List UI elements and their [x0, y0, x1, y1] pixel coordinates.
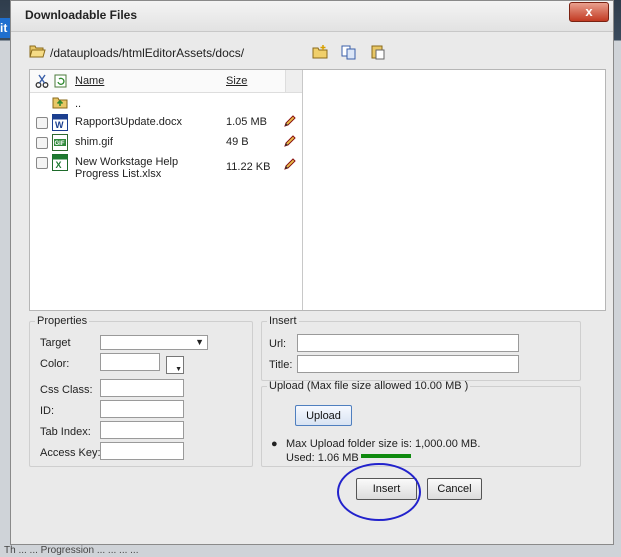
chevron-down-icon: ▼ — [195, 337, 204, 347]
dialog-titlebar: Downloadable Files x — [11, 1, 613, 32]
parent-folder-label: .. — [75, 98, 82, 110]
new-folder-icon[interactable] — [312, 44, 328, 60]
color-picker-button[interactable]: ▼ — [166, 356, 184, 374]
file-list-header: Name Size — [30, 70, 302, 93]
file-browser: Name Size .. W Rapport3Update.docx 1.05 … — [29, 69, 606, 311]
title-label: Title: — [269, 359, 293, 371]
tab-index-label: Tab Index: — [40, 426, 91, 438]
file-checkbox[interactable] — [36, 157, 48, 169]
background-app-fragment: it — [0, 18, 10, 38]
tab-index-input[interactable] — [100, 421, 184, 439]
title-input[interactable] — [297, 355, 519, 373]
preview-pane — [303, 70, 605, 310]
css-class-input[interactable] — [100, 379, 184, 397]
file-name[interactable]: Rapport3Update.docx — [75, 116, 225, 128]
name-column-header[interactable]: Name — [75, 75, 104, 87]
file-name[interactable]: New Workstage Help Progress List.xlsx — [75, 156, 225, 180]
background-status-text: Th ... ... Progression ... ... ... ... — [4, 545, 139, 556]
file-size: 49 B — [226, 136, 249, 148]
properties-legend: Properties — [37, 315, 88, 327]
gif-image-icon: GIF — [52, 134, 68, 151]
file-toolbar — [312, 44, 396, 63]
edit-pencil-icon[interactable] — [283, 157, 297, 171]
open-folder-icon — [29, 45, 46, 58]
upload-button[interactable]: Upload — [295, 405, 352, 426]
id-input[interactable] — [100, 400, 184, 418]
folder-up-icon — [52, 97, 68, 109]
svg-text:W: W — [55, 120, 64, 130]
file-name[interactable]: shim.gif — [75, 136, 225, 148]
svg-text:X: X — [56, 160, 62, 170]
url-input[interactable] — [297, 334, 519, 352]
paste-icon[interactable] — [370, 44, 386, 60]
header-scroll-spacer — [285, 70, 302, 92]
file-list: Name Size .. W Rapport3Update.docx 1.05 … — [30, 70, 303, 310]
id-label: ID: — [40, 405, 55, 417]
file-checkbox[interactable] — [36, 137, 48, 149]
file-size: 11.22 KB — [226, 161, 271, 173]
access-key-label: Access Key: — [40, 447, 101, 459]
upload-legend: Upload (Max file size allowed 10.00 MB ) — [269, 380, 469, 392]
color-input[interactable] — [100, 353, 160, 371]
downloadable-files-dialog: Downloadable Files x /datauploads/htmlEd… — [10, 0, 614, 545]
insert-legend: Insert — [269, 315, 297, 327]
edit-pencil-icon[interactable] — [283, 114, 297, 128]
css-class-label: Css Class: — [40, 384, 93, 396]
chevron-down-icon: ▼ — [175, 366, 182, 373]
file-row[interactable]: X New Workstage Help Progress List.xlsx … — [30, 153, 302, 181]
close-button[interactable]: x — [569, 2, 609, 22]
cancel-button[interactable]: Cancel — [427, 478, 482, 500]
file-row[interactable]: W Rapport3Update.docx 1.05 MB — [30, 113, 302, 133]
path-bar: /datauploads/htmlEditorAssets/docs/ — [29, 43, 589, 63]
color-label: Color: — [40, 358, 70, 370]
file-size: 1.05 MB — [226, 116, 267, 128]
copy-icon[interactable] — [341, 44, 357, 60]
refresh-icon[interactable] — [54, 74, 67, 88]
file-row[interactable]: GIF shim.gif 49 B — [30, 133, 302, 153]
size-column-header[interactable]: Size — [226, 75, 247, 87]
excel-doc-icon: X — [52, 154, 68, 171]
current-path: /datauploads/htmlEditorAssets/docs/ — [50, 46, 245, 60]
dialog-title: Downloadable Files — [25, 8, 138, 22]
svg-text:GIF: GIF — [55, 141, 65, 147]
url-label: Url: — [269, 338, 287, 350]
bullet-icon: ● — [271, 438, 278, 450]
parent-folder-row[interactable]: .. — [30, 93, 302, 113]
max-folder-size-text: Max Upload folder size is: 1,000.00 MB. — [286, 438, 481, 450]
cut-icon[interactable] — [35, 74, 49, 88]
used-space-bar — [361, 454, 411, 458]
word-doc-icon: W — [52, 114, 68, 131]
access-key-input[interactable] — [100, 442, 184, 460]
target-select[interactable]: ▼ — [100, 335, 208, 350]
edit-pencil-icon[interactable] — [283, 134, 297, 148]
annotation-circle — [337, 463, 421, 521]
file-checkbox[interactable] — [36, 117, 48, 129]
used-size-text: Used: 1.06 MB — [286, 452, 359, 464]
target-label: Target — [40, 337, 71, 349]
